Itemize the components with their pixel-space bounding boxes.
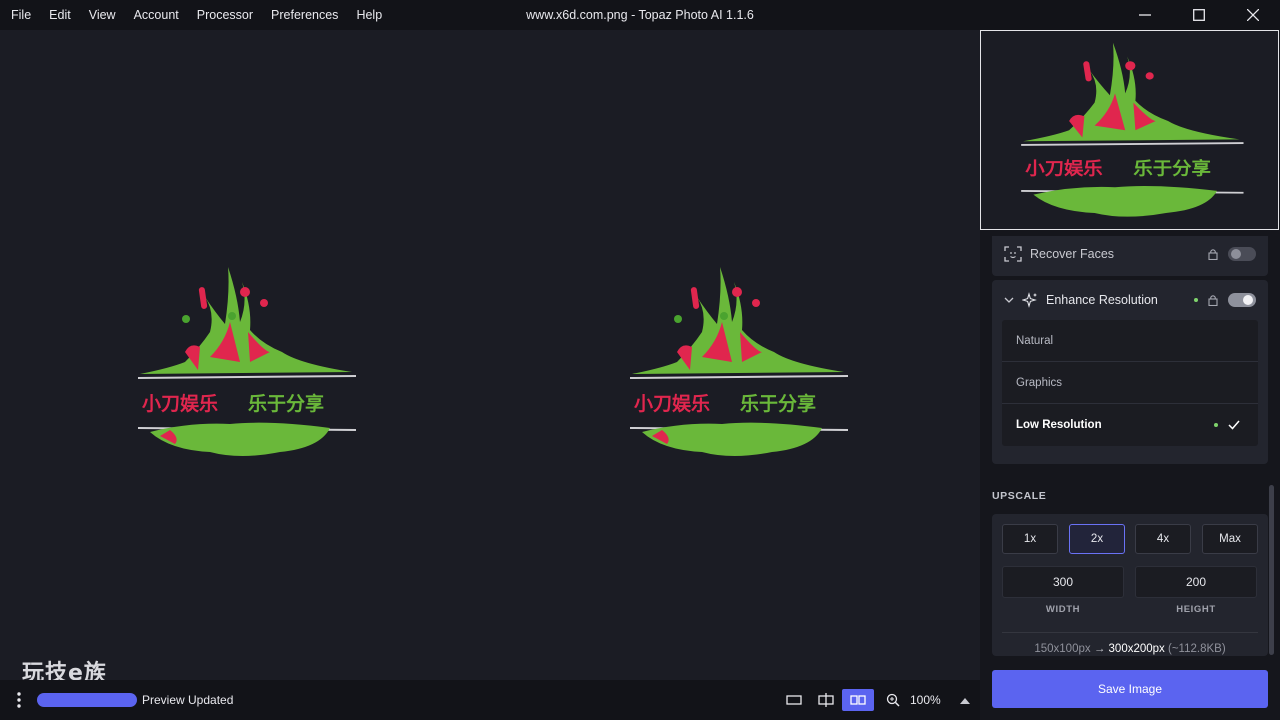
output-size: 300x200px — [1108, 643, 1165, 655]
model-options: Natural Graphics Low Resolution — [1002, 320, 1258, 446]
scale-max-button[interactable]: Max — [1202, 524, 1258, 554]
lock-icon[interactable] — [1206, 293, 1220, 307]
lock-icon[interactable] — [1206, 247, 1220, 261]
navigator-thumbnail[interactable]: 小刀娱乐 乐于分享 — [980, 30, 1279, 230]
model-option-low-resolution[interactable]: Low Resolution — [1002, 404, 1258, 446]
output-size-info: 150x100px → 300x200px (~112.8KB) — [992, 634, 1268, 664]
menu-preferences[interactable]: Preferences — [262, 0, 347, 30]
menu-account[interactable]: Account — [125, 0, 188, 30]
scale-1x-button[interactable]: 1x — [1002, 524, 1058, 554]
recover-faces-card: Recover Faces — [992, 236, 1268, 276]
original-size: 150x100px — [1034, 643, 1091, 655]
thumb-text-green: 乐于分享 — [1133, 158, 1210, 178]
recover-faces-toggle[interactable] — [1228, 247, 1256, 261]
enhance-resolution-toggle[interactable] — [1228, 293, 1256, 307]
enhance-resolution-card: Enhance Resolution Natural Graphics Low … — [992, 280, 1268, 464]
menu-file[interactable]: File — [2, 0, 40, 30]
split-view-icon — [818, 693, 834, 707]
minimize-button[interactable] — [1118, 0, 1172, 30]
original-image-preview: 小刀娱乐 乐于分享 — [137, 267, 357, 456]
model-option-label: Low Resolution — [1016, 419, 1102, 431]
image-text-green: 乐于分享 — [248, 392, 324, 415]
image-text-red: 小刀娱乐 — [142, 392, 218, 415]
checkmark-icon — [1228, 420, 1240, 430]
window-controls — [1118, 0, 1280, 30]
menu-help[interactable]: Help — [347, 0, 391, 30]
image-text-green: 乐于分享 — [740, 392, 816, 415]
split-view-button[interactable] — [810, 689, 842, 711]
divider — [1002, 632, 1258, 633]
side-by-side-icon — [850, 695, 866, 705]
caret-up-icon — [960, 698, 970, 704]
chevron-down-icon[interactable] — [1004, 295, 1014, 305]
right-panel: 小刀娱乐 乐于分享 Recover Faces Enhance Resoluti… — [980, 30, 1280, 720]
enhance-resolution-label: Enhance Resolution — [1046, 293, 1158, 307]
close-icon — [1247, 9, 1259, 21]
width-label: WIDTH — [1045, 604, 1081, 615]
status-text: Preview Updated — [142, 693, 234, 707]
zoom-icon[interactable] — [886, 693, 904, 707]
scale-4x-button[interactable]: 4x — [1135, 524, 1191, 554]
thumb-text-red: 小刀娱乐 — [1025, 158, 1103, 178]
zoom-menu-button[interactable] — [960, 691, 970, 709]
menu-edit[interactable]: Edit — [40, 0, 80, 30]
view-controls: 100% — [778, 688, 970, 712]
sparkle-icon — [1022, 292, 1037, 308]
single-view-icon — [786, 695, 802, 705]
minimize-icon — [1139, 14, 1151, 16]
progress-bar — [37, 693, 137, 707]
processed-image-preview: 小刀娱乐 乐于分享 — [629, 267, 849, 456]
side-by-side-view-button[interactable] — [842, 689, 874, 711]
menu-bar: File Edit View Account Processor Prefere… — [0, 0, 391, 30]
more-options-button[interactable] — [0, 680, 38, 720]
model-option-graphics[interactable]: Graphics — [1002, 362, 1258, 404]
zoom-level[interactable]: 100% — [910, 693, 950, 707]
save-image-button[interactable]: Save Image — [992, 670, 1268, 708]
recover-faces-label: Recover Faces — [1030, 247, 1115, 261]
face-scan-icon — [1004, 246, 1022, 262]
menu-processor[interactable]: Processor — [188, 0, 262, 30]
height-label: HEIGHT — [1176, 604, 1216, 615]
size-arrow: → — [1093, 643, 1106, 655]
active-indicator — [1194, 298, 1198, 302]
upscale-card: 1x 2x 4x Max 300 200 WIDTH HEIGHT 150x10… — [992, 514, 1268, 656]
maximize-button[interactable] — [1172, 0, 1226, 30]
image-canvas[interactable]: 小刀娱乐 乐于分享 小刀娱乐 乐于分享 玩技e族 — [0, 30, 980, 686]
more-vertical-icon — [17, 692, 21, 708]
upscale-section-label: UPSCALE — [992, 490, 1047, 502]
single-view-button[interactable] — [778, 689, 810, 711]
magnifier-icon — [886, 693, 900, 707]
status-bar: Preview Updated 100% — [0, 680, 980, 720]
maximize-icon — [1193, 9, 1205, 21]
width-input[interactable]: 300 — [1002, 566, 1124, 598]
scale-2x-button[interactable]: 2x — [1069, 524, 1125, 554]
height-input[interactable]: 200 — [1135, 566, 1257, 598]
output-filesize: (~112.8KB) — [1168, 643, 1226, 655]
menu-view[interactable]: View — [80, 0, 125, 30]
image-text-red: 小刀娱乐 — [634, 392, 710, 415]
selected-indicator — [1214, 423, 1218, 427]
close-button[interactable] — [1226, 0, 1280, 30]
model-option-natural[interactable]: Natural — [1002, 320, 1258, 362]
thumbnail-image: 小刀娱乐 乐于分享 — [1021, 42, 1244, 217]
title-bar: File Edit View Account Processor Prefere… — [0, 0, 1280, 30]
panel-scrollbar[interactable] — [1269, 485, 1274, 655]
